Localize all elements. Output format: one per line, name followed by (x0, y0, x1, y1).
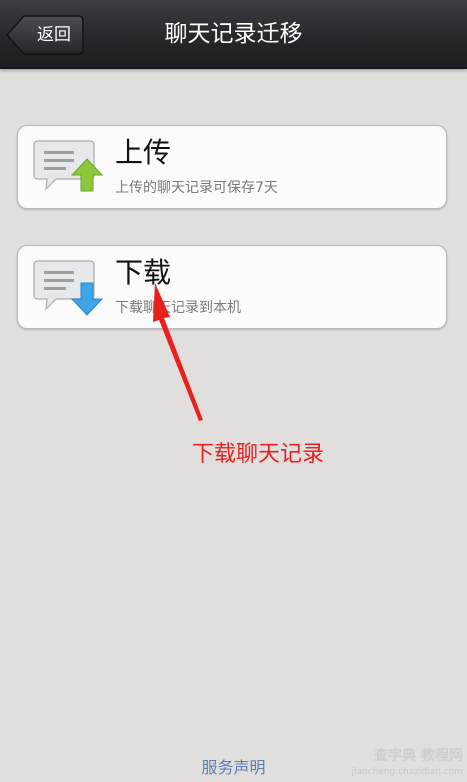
page-title: 聊天记录迁移 (164, 21, 303, 47)
chat-download-icon (32, 257, 104, 317)
download-option[interactable]: 下载 下载聊天记录到本机 (17, 245, 447, 329)
upload-option[interactable]: 上传 上传的聊天记录可保存7天 (17, 125, 447, 209)
watermark-url: jiaocheng.chazidian.com (351, 767, 463, 777)
upload-subtitle: 上传的聊天记录可保存7天 (115, 180, 278, 196)
download-title: 下载 (115, 256, 172, 289)
watermark-title: 查字典 教程网 (374, 748, 463, 764)
annotation-label: 下载聊天记录 (192, 442, 325, 467)
top-navigation-bar: 返回 聊天记录迁移 (0, 0, 467, 69)
upload-title: 上传 (115, 136, 172, 169)
chat-upload-icon (32, 137, 104, 197)
annotation-arrow (153, 283, 203, 421)
download-subtitle: 下载聊天记录到本机 (115, 300, 241, 316)
site-watermark: 查字典 教程网 jiaocheng.chazidian.com (352, 748, 463, 780)
